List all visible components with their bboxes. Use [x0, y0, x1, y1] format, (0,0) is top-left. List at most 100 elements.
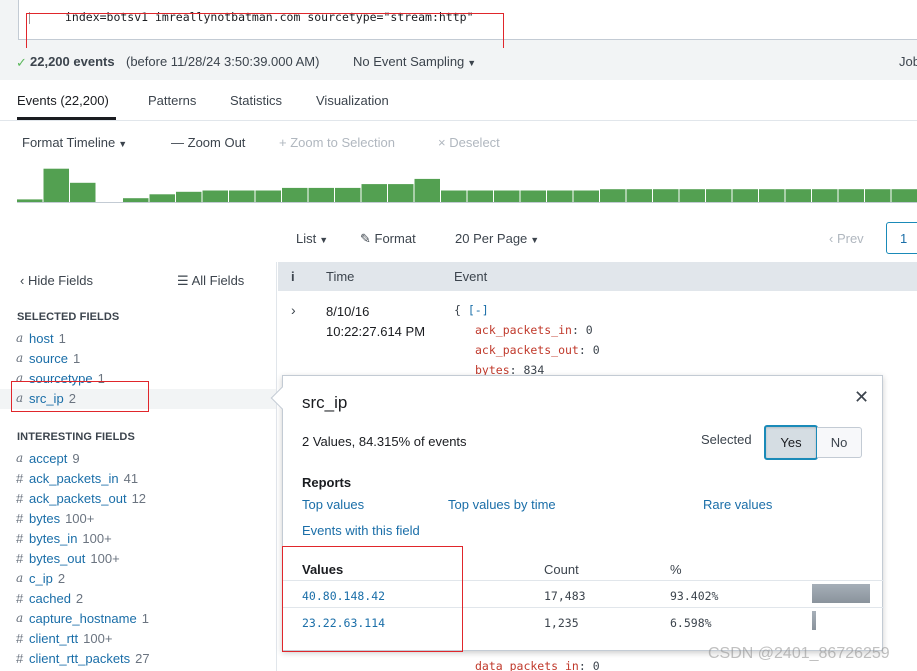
histogram-bar[interactable] — [865, 189, 891, 202]
top-values-link[interactable]: Top values — [302, 497, 364, 512]
field-name[interactable]: ack_packets_in 41 — [29, 471, 138, 486]
rare-values-link[interactable]: Rare values — [703, 497, 772, 512]
json-value[interactable]: 0 — [586, 323, 593, 337]
field-row-c-ip[interactable]: a c_ip 2 — [0, 569, 276, 589]
histogram-bar[interactable] — [335, 187, 361, 202]
chevron-right-icon[interactable]: › — [291, 302, 296, 318]
field-name[interactable]: client_rtt 100+ — [29, 631, 112, 646]
histogram-bar[interactable] — [732, 189, 759, 202]
timeline-histogram[interactable] — [17, 161, 917, 203]
field-count: 1 — [141, 611, 149, 626]
json-value[interactable]: 0 — [593, 659, 600, 671]
field-row-accept[interactable]: a accept 9 — [0, 449, 276, 469]
histogram-bar[interactable] — [812, 189, 838, 202]
field-name[interactable]: host 1 — [29, 331, 66, 346]
all-fields-button[interactable]: ☰ All Fields — [177, 273, 244, 289]
format-timeline-button[interactable]: Format Timeline ▼ — [22, 135, 127, 150]
histogram-bar[interactable] — [149, 194, 176, 202]
histogram-bar[interactable] — [785, 189, 812, 202]
page-number-button[interactable]: 1 — [886, 222, 917, 254]
json-key[interactable]: ack_packets_out — [475, 343, 579, 357]
json-key[interactable]: ack_packets_in — [475, 323, 572, 337]
field-row-bytes[interactable]: # bytes 100+ — [0, 509, 276, 529]
histogram-bar[interactable] — [70, 182, 96, 202]
histogram-bar[interactable] — [229, 190, 255, 203]
histogram-bar[interactable] — [626, 189, 653, 202]
field-row-ack-packets-out[interactable]: # ack_packets_out 12 — [0, 489, 276, 509]
histogram-bar[interactable] — [123, 198, 149, 202]
histogram-bar[interactable] — [547, 190, 573, 203]
event-column-header[interactable]: Event — [454, 269, 487, 284]
histogram-bar[interactable] — [308, 187, 335, 202]
tab-statistics[interactable]: Statistics — [230, 93, 282, 108]
close-icon[interactable]: ✕ — [854, 387, 869, 408]
json-value[interactable]: 0 — [593, 343, 600, 357]
histogram-bar[interactable] — [494, 190, 520, 203]
histogram-bar[interactable] — [176, 191, 202, 203]
field-type-icon: a — [16, 571, 24, 585]
field-row-cached[interactable]: # cached 2 — [0, 589, 276, 609]
histogram-bar[interactable] — [891, 189, 917, 202]
histogram-bar[interactable] — [706, 189, 732, 202]
field-row-client-rtt-packets[interactable]: # client_rtt_packets 27 — [0, 649, 276, 669]
histogram-bar[interactable] — [573, 190, 600, 203]
field-row-ack-packets-in[interactable]: # ack_packets_in 41 — [0, 469, 276, 489]
deselect-button[interactable]: × Deselect — [438, 135, 500, 150]
top-values-by-time-link[interactable]: Top values by time — [448, 497, 556, 512]
histogram-bar[interactable] — [679, 189, 706, 202]
histogram-bar[interactable] — [202, 190, 229, 203]
histogram-bar[interactable] — [17, 199, 43, 202]
field-type-icon: # — [16, 651, 24, 666]
histogram-bar[interactable] — [361, 184, 388, 202]
field-name[interactable]: accept 9 — [29, 451, 80, 466]
field-name[interactable]: bytes_out 100+ — [29, 551, 120, 566]
field-row-client-rtt[interactable]: # client_rtt 100+ — [0, 629, 276, 649]
zoom-to-selection-button[interactable]: + Zoom to Selection — [279, 135, 395, 150]
zoom-out-button[interactable]: — Zoom Out — [171, 135, 245, 150]
field-name[interactable]: source 1 — [29, 351, 80, 366]
field-name[interactable]: ack_packets_out 12 — [29, 491, 146, 506]
json-key[interactable]: data_packets_in — [475, 659, 579, 671]
field-count: 100+ — [83, 631, 113, 646]
field-name[interactable]: client_rtt_packets 27 — [29, 651, 150, 666]
field-row-source[interactable]: a source 1 — [0, 349, 276, 369]
field-row-bytes-in[interactable]: # bytes_in 100+ — [0, 529, 276, 549]
histogram-bar[interactable] — [414, 178, 441, 202]
field-row-bytes-out[interactable]: # bytes_out 100+ — [0, 549, 276, 569]
selected-no-button[interactable]: No — [817, 427, 862, 458]
time-column-header[interactable]: Time — [326, 269, 354, 284]
tab-visualization[interactable]: Visualization — [316, 93, 389, 108]
histogram-bar[interactable] — [282, 187, 308, 202]
histogram-bar[interactable] — [388, 184, 414, 202]
histogram-bar[interactable] — [467, 190, 494, 203]
field-name[interactable]: capture_hostname 1 — [29, 611, 149, 626]
selected-yes-button[interactable]: Yes — [764, 425, 818, 460]
field-name[interactable]: c_ip 2 — [29, 571, 65, 586]
field-row-host[interactable]: a host 1 — [0, 329, 276, 349]
job-menu[interactable]: Job — [899, 54, 917, 69]
tab-events[interactable]: Events (22,200) — [17, 93, 109, 108]
per-page-dropdown[interactable]: 20 Per Page ▼ — [455, 231, 539, 246]
interesting-fields-title: INTERESTING FIELDS — [17, 431, 135, 443]
histogram-bar[interactable] — [600, 189, 626, 202]
prev-page-button[interactable]: ‹ Prev — [829, 231, 864, 246]
histogram-bar[interactable] — [441, 190, 467, 203]
histogram-bar[interactable] — [43, 168, 70, 202]
json-collapse-toggle[interactable]: [-] — [468, 303, 489, 317]
events-with-field-link[interactable]: Events with this field — [302, 523, 420, 538]
histogram-bar[interactable] — [653, 189, 679, 202]
histogram-bar[interactable] — [838, 189, 865, 202]
field-name[interactable]: bytes_in 100+ — [29, 531, 112, 546]
list-view-dropdown[interactable]: List ▼ — [296, 231, 328, 246]
histogram-bar[interactable] — [520, 190, 547, 203]
hide-fields-button[interactable]: ‹ Hide Fields — [20, 273, 93, 288]
field-row-capture-hostname[interactable]: a capture_hostname 1 — [0, 609, 276, 629]
field-name[interactable]: cached 2 — [29, 591, 83, 606]
field-type-icon: # — [16, 551, 24, 566]
format-button[interactable]: ✎ Format — [360, 231, 416, 247]
field-name[interactable]: bytes 100+ — [29, 511, 94, 526]
histogram-bar[interactable] — [255, 190, 282, 203]
event-sampling-dropdown[interactable]: No Event Sampling ▼ — [353, 54, 476, 69]
tab-patterns[interactable]: Patterns — [148, 93, 196, 108]
histogram-bar[interactable] — [759, 189, 785, 202]
